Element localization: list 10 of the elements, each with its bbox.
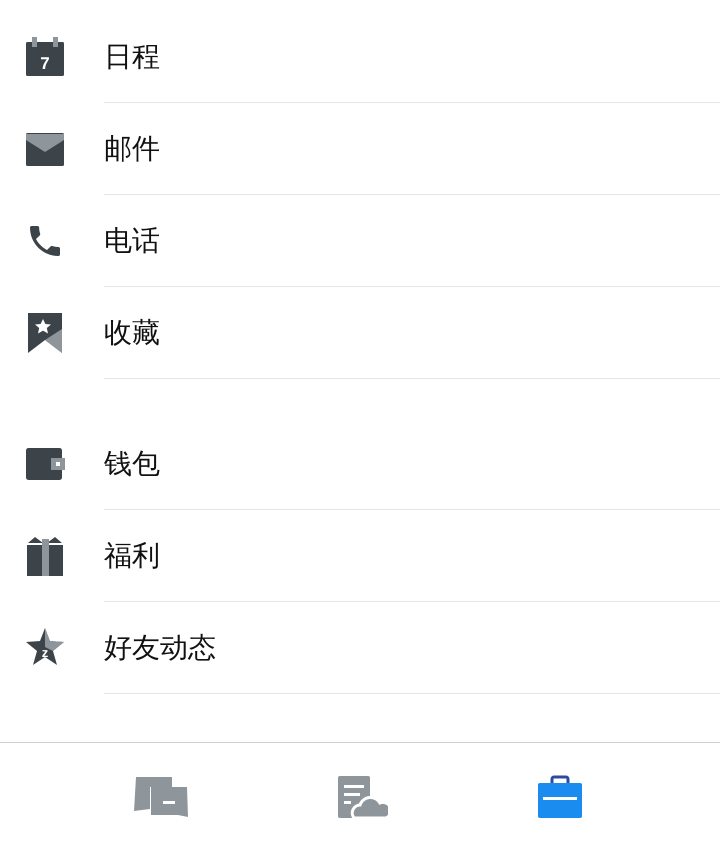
chat-icon <box>132 774 188 818</box>
menu-item-label[interactable]: 电话 <box>104 220 160 262</box>
menu-item-label[interactable]: 收藏 <box>104 312 160 354</box>
bookmark-star-icon <box>25 312 65 354</box>
menu-item-label[interactable]: 钱包 <box>104 442 160 484</box>
menu-item-label[interactable]: 邮件 <box>104 128 160 170</box>
gift-icon <box>25 535 65 577</box>
menu-item-label[interactable]: 福利 <box>104 534 160 576</box>
menu-item-label[interactable]: 日程 <box>104 36 160 78</box>
menu-item-label[interactable]: 好友动态 <box>104 626 216 668</box>
